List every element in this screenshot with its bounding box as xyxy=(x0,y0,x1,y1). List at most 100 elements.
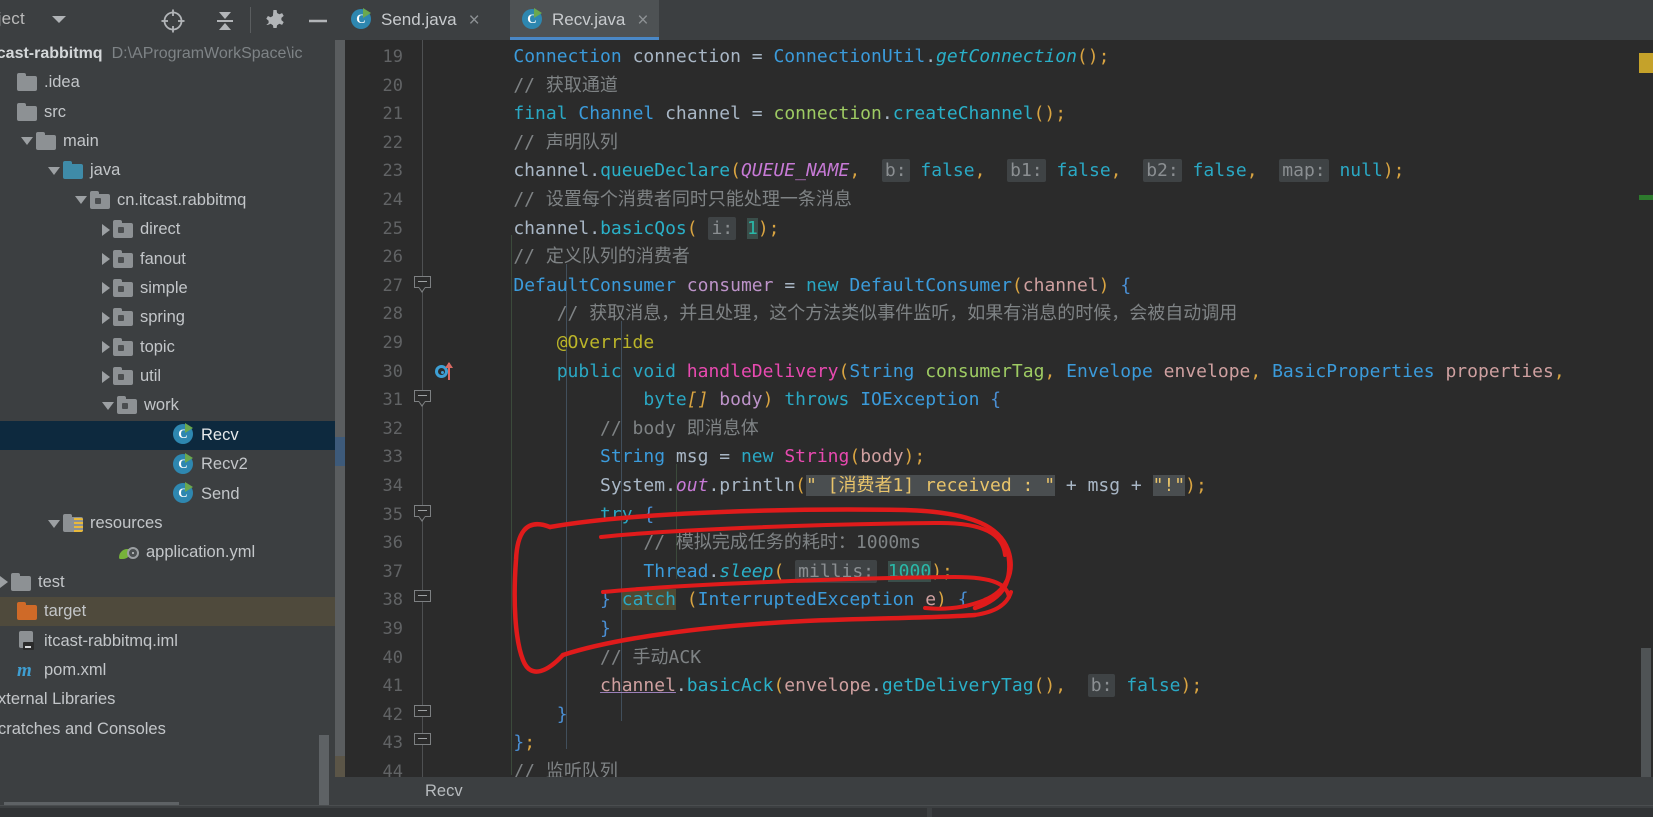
code-editor[interactable]: 19 20 21 22 23 24 25 26 27 28 29 30 31 32 33 34 35 36 37 38… xyxy=(335,40,1653,817)
code-line[interactable]: // 模拟完成任务的耗时：1000ms xyxy=(470,529,921,558)
code-line[interactable]: // 定义队列的消费者 xyxy=(470,243,690,272)
code-token: // 获取消息，并且处理，这个方法类似事件监听，如果有消息的时候，会被自动调用 xyxy=(470,303,1238,325)
line-number: 31 xyxy=(382,390,403,411)
gear-icon[interactable] xyxy=(262,8,288,34)
tree-item-fanout[interactable]: fanout xyxy=(0,244,335,273)
fold-collapse-icon[interactable] xyxy=(414,590,431,608)
code-line[interactable]: // 获取通道 xyxy=(470,72,618,101)
tree-item-scratches-and-consoles[interactable]: Scratches and Consoles xyxy=(0,715,335,744)
tree-item-target[interactable]: target xyxy=(0,597,335,627)
code-line[interactable]: channel.basicQos( i: 1); xyxy=(470,215,780,244)
chevron-right-icon[interactable] xyxy=(102,282,110,295)
code-line[interactable]: // body 即消息体 xyxy=(470,415,759,444)
code-line[interactable]: // 设置每个消费者同时只能处理一条消息 xyxy=(470,186,852,215)
tree-item-recv[interactable]: C Recv xyxy=(0,420,335,451)
code-token: null xyxy=(1339,160,1383,182)
code-line[interactable]: Connection connection = ConnectionUtil.g… xyxy=(470,43,1109,72)
chevron-down-icon[interactable] xyxy=(48,166,60,175)
close-icon[interactable]: × xyxy=(469,11,480,30)
code-line[interactable]: String msg = new String(body); xyxy=(470,443,925,472)
status-bar-left-segment xyxy=(0,808,927,817)
chevron-down-icon[interactable] xyxy=(102,401,114,410)
code-line[interactable]: // 获取消息，并且处理，这个方法类似事件监听，如果有消息的时候，会被自动调用 xyxy=(470,300,1238,329)
code-line[interactable]: channel.queueDeclare(QUEUE_NAME, b: fals… xyxy=(470,157,1405,186)
code-token: channel xyxy=(470,160,590,182)
tree-item-itcast-rabbitmq-iml[interactable]: itcast-rabbitmq.iml xyxy=(0,626,335,655)
chevron-right-icon[interactable] xyxy=(102,223,110,236)
project-vertical-scrollbar[interactable] xyxy=(319,735,329,807)
editor-vertical-scrollbar[interactable] xyxy=(1641,648,1651,777)
chevron-down-icon[interactable] xyxy=(48,519,60,528)
project-root-row[interactable]: itcast-rabbitmq D:\AProgramWorkSpace\ic xyxy=(0,40,335,68)
tree-item-cn-itcast-rabbitmq[interactable]: cn.itcast.rabbitmq xyxy=(0,186,335,215)
tree-item-external-libraries[interactable]: External Libraries xyxy=(0,685,335,714)
tree-item-test[interactable]: test xyxy=(0,568,335,597)
code-line[interactable]: Thread.sleep( millis: 1000); xyxy=(470,558,953,587)
chevron-right-icon[interactable] xyxy=(0,576,8,589)
code-text-area[interactable]: Connection connection = ConnectionUtil.g… xyxy=(470,40,1653,777)
tree-item-idea[interactable]: .idea xyxy=(0,68,335,97)
fold-collapse-icon[interactable] xyxy=(414,733,431,751)
code-line[interactable]: } catch (InterruptedException e) { xyxy=(470,586,969,615)
info-marker[interactable] xyxy=(1639,195,1653,200)
warning-marker[interactable] xyxy=(1639,53,1653,73)
code-line[interactable]: // 手动ACK xyxy=(470,644,701,673)
tree-item-recv2[interactable]: C Recv2 xyxy=(0,450,335,479)
chevron-right-icon[interactable] xyxy=(102,253,110,266)
chevron-right-icon[interactable] xyxy=(102,341,110,354)
code-line[interactable]: // 监听队列 xyxy=(470,758,618,777)
code-line[interactable]: // 声明队列 xyxy=(470,129,618,158)
code-line[interactable]: } xyxy=(470,615,611,644)
code-line[interactable]: final Channel channel = connection.creat… xyxy=(470,100,1066,129)
code-line[interactable]: System.out.println(" [消费者1] received : "… xyxy=(470,472,1207,501)
code-folding-gutter[interactable] xyxy=(410,40,436,777)
collapse-all-icon[interactable] xyxy=(212,8,238,34)
chevron-right-icon[interactable] xyxy=(102,370,110,383)
tree-item-src[interactable]: src xyxy=(0,97,335,126)
code-line[interactable]: } xyxy=(470,701,568,730)
tree-item-application-yml[interactable]: application.yml xyxy=(0,538,335,567)
close-icon[interactable]: × xyxy=(637,11,648,30)
code-token: = xyxy=(751,46,763,67)
editor-tab-recv[interactable]: C Recv.java × xyxy=(510,0,659,40)
tree-item-work[interactable]: work xyxy=(0,391,335,420)
hide-window-icon[interactable] xyxy=(305,8,331,34)
editor-tab-send[interactable]: C Send.java × xyxy=(339,0,490,40)
chevron-down-icon[interactable] xyxy=(52,16,66,23)
tree-item-simple[interactable]: simple xyxy=(0,274,335,303)
code-line[interactable]: byte[] body) throws IOException { xyxy=(470,386,1001,415)
tree-item-send[interactable]: C Send xyxy=(0,479,335,508)
breadcrumb[interactable]: Recv xyxy=(425,782,463,801)
code-line[interactable]: public void handleDelivery(String consum… xyxy=(470,358,1565,387)
tree-item-topic[interactable]: topic xyxy=(0,333,335,362)
code-line[interactable]: DefaultConsumer consumer = new DefaultCo… xyxy=(470,272,1131,301)
chevron-down-icon[interactable] xyxy=(75,196,87,205)
locate-icon[interactable] xyxy=(160,8,186,34)
package-icon xyxy=(113,220,134,239)
chevron-down-icon[interactable] xyxy=(21,137,33,146)
line-number: 22 xyxy=(382,132,403,153)
code-line[interactable]: try { xyxy=(470,501,654,530)
chevron-right-icon[interactable] xyxy=(102,311,110,324)
fold-collapse-icon[interactable] xyxy=(414,504,431,523)
code-line[interactable]: }; xyxy=(470,729,535,758)
fold-collapse-icon[interactable] xyxy=(414,704,431,723)
tree-item-resources[interactable]: resources xyxy=(0,509,335,538)
fold-collapse-icon[interactable] xyxy=(414,390,431,408)
tree-item-spring[interactable]: spring xyxy=(0,303,335,332)
tree-item-util[interactable]: util xyxy=(0,362,335,391)
code-line[interactable]: channel.basicAck(envelope.getDeliveryTag… xyxy=(470,672,1202,701)
tree-item-direct[interactable]: direct xyxy=(0,215,335,244)
overriding-method-icon[interactable] xyxy=(435,361,463,383)
tree-item-pom-xml[interactable]: m pom.xml xyxy=(0,656,335,685)
tree-item-java[interactable]: java xyxy=(0,156,335,185)
tree-item-main[interactable]: main xyxy=(0,127,335,156)
project-tool-label[interactable]: oject xyxy=(0,9,25,29)
java-class-runnable-icon: C xyxy=(173,452,195,476)
package-icon xyxy=(113,308,134,327)
code-line[interactable]: @Override xyxy=(470,329,655,358)
fold-collapse-icon[interactable] xyxy=(414,275,431,294)
